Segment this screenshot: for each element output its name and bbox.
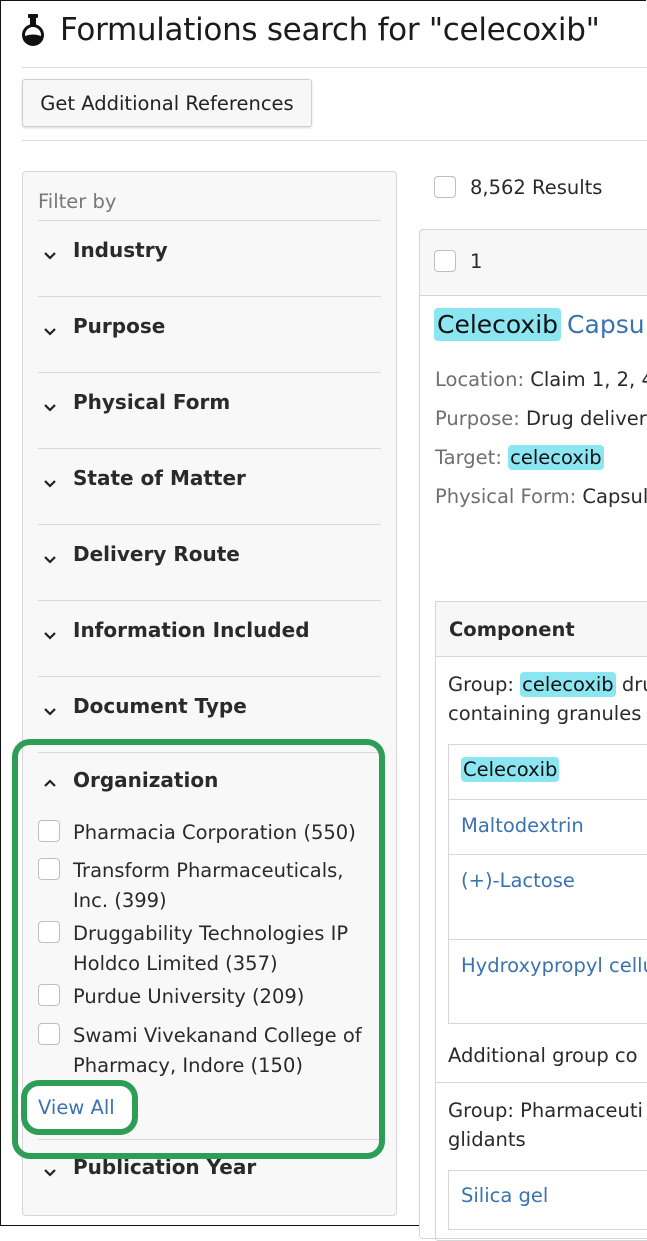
get-additional-references-button[interactable]: Get Additional References: [22, 79, 312, 127]
group-line: Group: Pharmaceuti: [448, 1099, 643, 1122]
results-header: 8,562 Results: [434, 172, 602, 202]
facet-information-included[interactable]: Information Included: [38, 601, 381, 677]
chevron-down-icon: [44, 404, 56, 412]
group-line-2: containing granules: [448, 702, 642, 725]
component-link[interactable]: Silica gel: [461, 1184, 548, 1207]
page-title: Formulations search for "celecoxib": [60, 12, 600, 48]
field-key: Target:: [435, 446, 502, 469]
chevron-down-icon: [44, 1169, 56, 1177]
facet-label: Industry: [73, 238, 168, 262]
field-key: Physical Form:: [435, 485, 577, 508]
facet-physical-form[interactable]: Physical Form: [38, 373, 381, 449]
result-checkbox[interactable]: [434, 250, 456, 272]
field-key: Purpose:: [435, 407, 520, 430]
results-count: 8,562 Results: [470, 175, 603, 199]
result-target: Target: celecoxib: [435, 445, 604, 470]
field-value: Claim 1, 2, 4: [530, 368, 647, 391]
chevron-down-icon: [44, 632, 56, 640]
group-highlight: celecoxib: [520, 672, 616, 697]
result-physical-form: Physical Form: Capsul: [435, 485, 647, 508]
result-number-row: 1: [434, 246, 482, 276]
divider: [22, 140, 647, 141]
result-title-link[interactable]: Capsu: [567, 310, 645, 339]
facet-label: Delivery Route: [73, 542, 240, 566]
field-key: Location:: [435, 368, 525, 391]
divider: [22, 67, 647, 68]
result-purpose: Purpose: Drug deliver: [435, 407, 647, 430]
chevron-down-icon: [44, 328, 56, 336]
result-number: 1: [470, 249, 483, 273]
divider: [435, 1082, 647, 1083]
chevron-down-icon: [44, 252, 56, 260]
component-header-label: Component: [449, 618, 575, 641]
select-all-checkbox[interactable]: [434, 176, 456, 198]
facet-industry[interactable]: Industry: [38, 221, 381, 297]
facet-label: Purpose: [73, 314, 166, 338]
result-location: Location: Claim 1, 2, 4: [435, 368, 647, 391]
flask-icon: [22, 14, 44, 46]
component-row: Celecoxib: [448, 744, 647, 800]
facet-state-of-matter[interactable]: State of Matter: [38, 449, 381, 525]
facet-delivery-route[interactable]: Delivery Route: [38, 525, 381, 601]
facet-label: Information Included: [73, 618, 310, 642]
group-key: Group:: [448, 673, 514, 696]
view-all-link[interactable]: View All: [38, 1096, 115, 1119]
page-header: Formulations search for "celecoxib": [20, 8, 600, 52]
chevron-down-icon: [44, 480, 56, 488]
component-row: Hydroxypropyl cellu: [448, 940, 647, 1024]
group-text: dru: [621, 673, 647, 696]
group-line: Group: celecoxib dru: [448, 670, 647, 700]
component-link[interactable]: Maltodextrin: [461, 814, 584, 837]
component-row: Silica gel: [448, 1170, 647, 1226]
component-row: (+)-Lactose: [448, 855, 647, 940]
component-link[interactable]: (+)-Lactose: [461, 869, 575, 892]
component-table-header: Component: [435, 601, 647, 657]
component-link[interactable]: Hydroxypropyl cellu: [461, 954, 647, 977]
field-value: Drug deliver: [526, 407, 647, 430]
result-title[interactable]: Celecoxib Capsu: [434, 308, 645, 341]
additional-group-text: Additional group co: [448, 1044, 638, 1067]
chevron-down-icon: [44, 708, 56, 716]
component-row: Maltodextrin: [448, 800, 647, 855]
chevron-down-icon: [44, 556, 56, 564]
filter-heading: Filter by: [38, 190, 117, 213]
facet-label: Physical Form: [73, 390, 231, 414]
component-name: Celecoxib: [461, 757, 560, 782]
facet-label: Document Type: [73, 694, 247, 718]
facet-purpose[interactable]: Purpose: [38, 297, 381, 373]
group-line-2: glidants: [448, 1128, 526, 1151]
result-title-highlight: Celecoxib: [434, 308, 562, 341]
field-value: celecoxib: [508, 445, 604, 470]
component-highlight: Celecoxib: [461, 757, 560, 782]
field-value: Capsul: [582, 485, 647, 508]
facet-label: State of Matter: [73, 466, 246, 490]
